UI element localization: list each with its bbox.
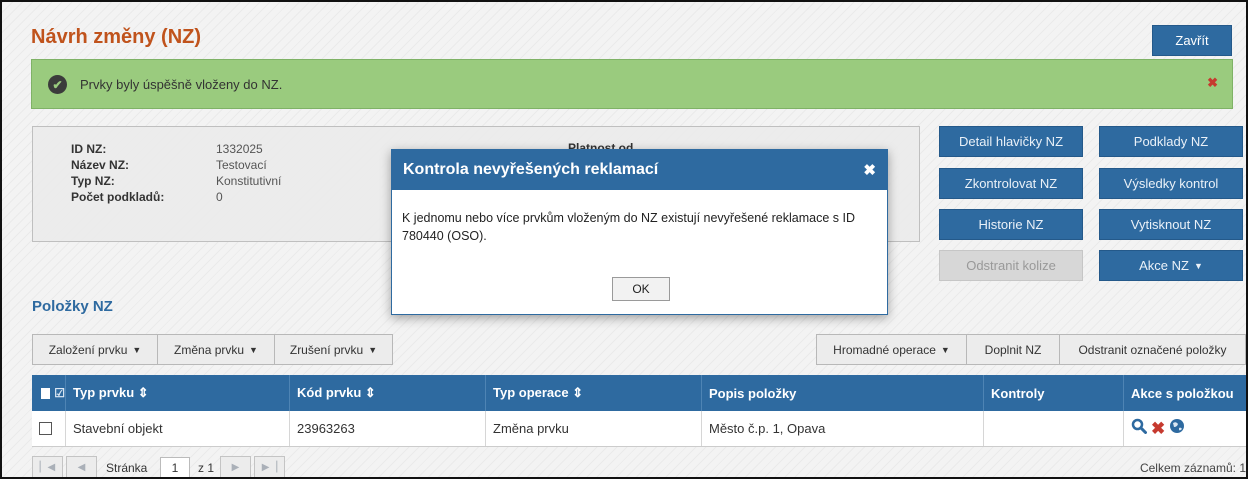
ok-button[interactable]: OK (612, 277, 670, 301)
modal-overlay: Kontrola nevyřešených reklamací ✖ K jedn… (2, 2, 1246, 477)
unresolved-claims-dialog: Kontrola nevyřešených reklamací ✖ K jedn… (391, 149, 888, 315)
dialog-close-icon[interactable]: ✖ (863, 161, 876, 179)
page-frame: Návrh změny (NZ) Zavřít ✔ Prvky byly úsp… (0, 0, 1248, 479)
dialog-header: Kontrola nevyřešených reklamací ✖ (392, 150, 887, 190)
dialog-message: K jednomu nebo více prvkům vloženým do N… (402, 211, 855, 243)
dialog-title: Kontrola nevyřešených reklamací (403, 161, 659, 178)
